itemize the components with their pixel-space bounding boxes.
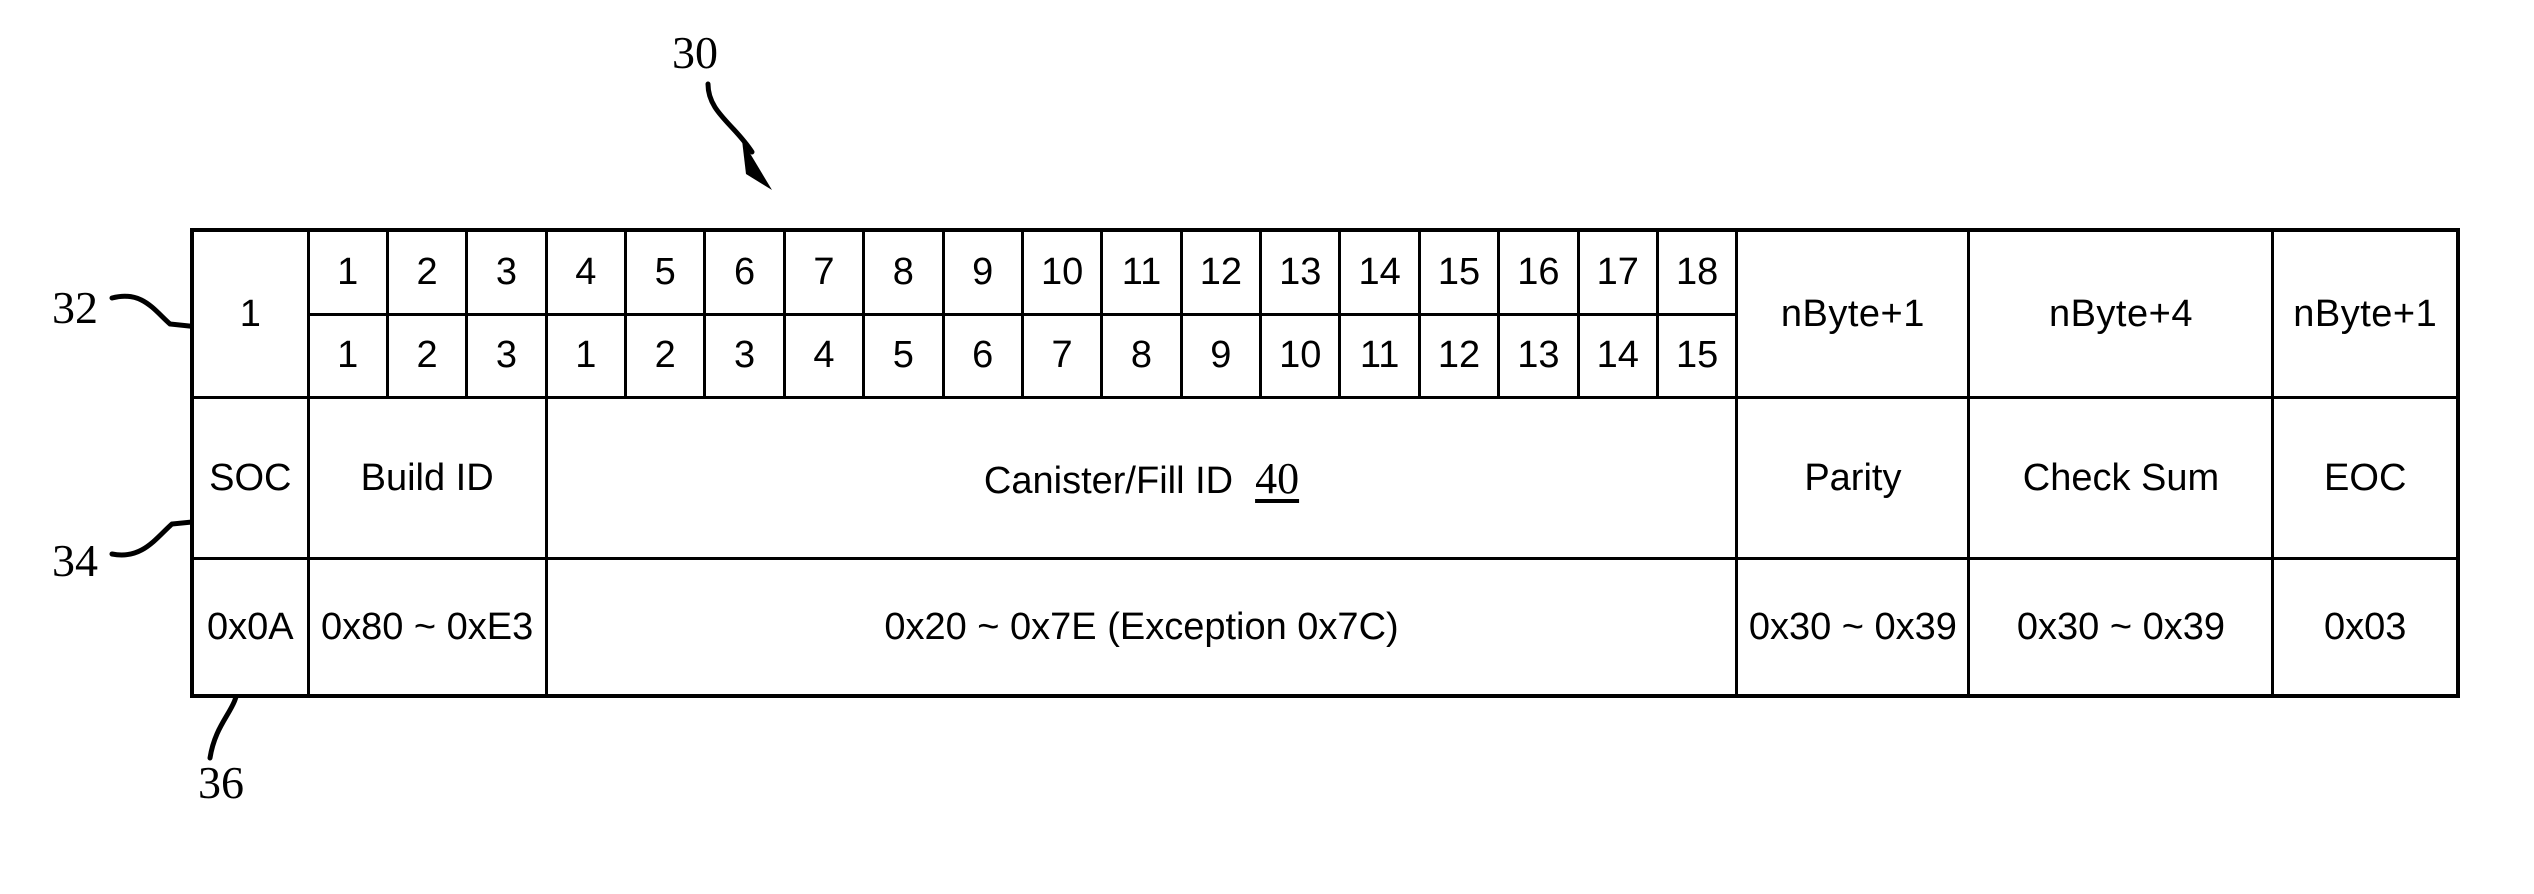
build-id-sub-index-3: 3 [465, 312, 548, 400]
field-name-check-sum: Check Sum [1967, 396, 2275, 561]
packet-format-table: 1 1 2 3 4 5 6 7 8 9 10 11 12 13 14 15 16… [190, 228, 2460, 698]
absolute-index-row: 1 1 2 3 4 5 6 7 8 9 10 11 12 13 14 15 16… [190, 228, 2460, 400]
hex-value-build-id: 0x80 ~ 0xE3 [306, 557, 548, 698]
canister-sub-index-8: 8 [1100, 312, 1183, 400]
byte-index-15: 15 [1417, 228, 1501, 316]
byte-index-12: 12 [1179, 228, 1263, 316]
byte-index-10: 10 [1020, 228, 1104, 316]
field-name-parity: Parity [1735, 396, 1971, 561]
patent-figure: 30 32 34 36 38 1 1 2 3 4 [0, 0, 2534, 894]
byte-index-11: 11 [1100, 228, 1183, 316]
eoc-nbyte-label: nByte+1 [2271, 228, 2460, 400]
checksum-nbyte-label: nByte+4 [1967, 228, 2275, 400]
reference-numeral-36: 36 [198, 757, 244, 808]
byte-index-5: 5 [624, 228, 707, 316]
byte-index-2: 2 [385, 228, 469, 316]
byte-index-8: 8 [862, 228, 945, 316]
byte-index-18: 18 [1655, 228, 1739, 316]
parity-nbyte-label: nByte+1 [1735, 228, 1971, 400]
canister-sub-index-4: 4 [782, 312, 866, 400]
hex-value-soc: 0x0A [190, 557, 310, 698]
reference-numeral-40: 40 [1255, 453, 1300, 503]
hex-value-parity: 0x30 ~ 0x39 [1735, 557, 1971, 698]
reference-numeral-32: 32 [52, 282, 98, 333]
canister-sub-index-7: 7 [1020, 312, 1104, 400]
hex-value-eoc: 0x03 [2271, 557, 2460, 698]
canister-sub-index-6: 6 [941, 312, 1024, 400]
byte-index-4: 4 [544, 228, 628, 316]
canister-sub-index-13: 13 [1497, 312, 1580, 400]
canister-sub-index-9: 9 [1179, 312, 1263, 400]
byte-index-6: 6 [703, 228, 786, 316]
canister-sub-index-10: 10 [1259, 312, 1342, 400]
field-name-canister-label: Canister/Fill ID [983, 459, 1234, 502]
byte-index-9: 9 [941, 228, 1024, 316]
canister-sub-index-15: 15 [1655, 312, 1739, 400]
byte-index-17: 17 [1576, 228, 1659, 316]
build-id-sub-index-2: 2 [385, 312, 469, 400]
hex-value-check-sum: 0x30 ~ 0x39 [1967, 557, 2275, 698]
byte-index-16: 16 [1497, 228, 1580, 316]
field-name-canister: Canister/Fill ID 40 [544, 396, 1739, 561]
canister-sub-index-12: 12 [1417, 312, 1501, 400]
canister-sub-index-2: 2 [624, 312, 707, 400]
field-name-build-id: Build ID [306, 396, 548, 561]
field-name-eoc: EOC [2271, 396, 2460, 561]
leader-line-30 [705, 81, 772, 190]
hex-value-row: 0x0A 0x80 ~ 0xE3 0x20 ~ 0x7E (Exception … [190, 557, 2460, 698]
byte-index-3: 3 [465, 228, 548, 316]
canister-sub-index-14: 14 [1576, 312, 1659, 400]
canister-sub-index-1: 1 [544, 312, 628, 400]
reference-numeral-34: 34 [52, 535, 98, 586]
field-name-row: SOC Build ID Canister/Fill ID 40 Parity … [190, 396, 2460, 561]
canister-sub-index-5: 5 [862, 312, 945, 400]
build-id-sub-index-1: 1 [306, 312, 389, 400]
field-name-soc: SOC [190, 396, 310, 561]
byte-index-14: 14 [1338, 228, 1421, 316]
soc-index-cell: 1 [190, 228, 310, 400]
canister-sub-index-3: 3 [703, 312, 786, 400]
canister-sub-index-11: 11 [1338, 312, 1421, 400]
hex-value-canister: 0x20 ~ 0x7E (Exception 0x7C) [544, 557, 1739, 698]
byte-index-7: 7 [782, 228, 866, 316]
soc-sub-index: 1 [239, 292, 261, 335]
reference-numeral-30: 30 [672, 27, 718, 78]
byte-index-13: 13 [1259, 228, 1342, 316]
byte-index-1: 1 [306, 228, 389, 316]
